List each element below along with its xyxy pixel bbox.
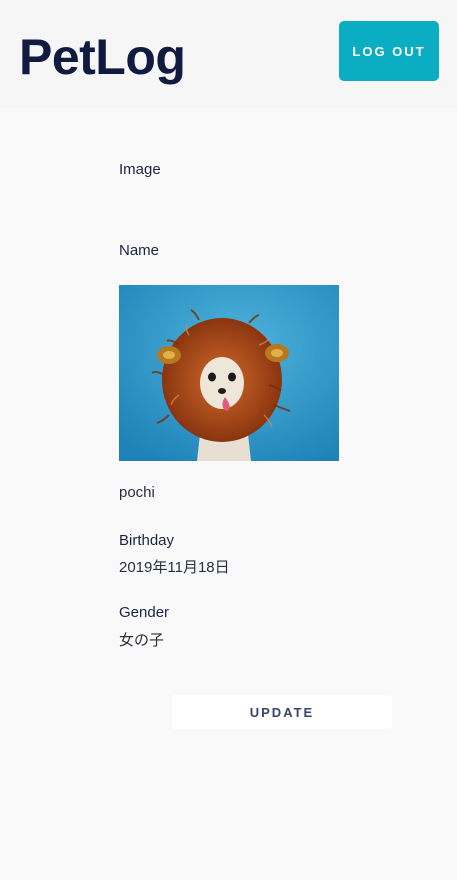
birthday-value: 2019年11月18日 (119, 559, 230, 576)
gender-value: 女の子 (119, 632, 165, 649)
update-button[interactable]: UPDATE (172, 695, 392, 729)
gender-label: Gender (119, 604, 170, 621)
app-header: PetLog LOG OUT (0, 0, 457, 108)
app-logo: PetLog (19, 29, 186, 85)
birthday-label: Birthday (119, 532, 175, 549)
logout-button[interactable]: LOG OUT (339, 21, 439, 81)
image-label: Image (119, 161, 161, 178)
pet-photo (119, 285, 339, 461)
name-label: Name (119, 242, 160, 259)
pet-name-value: pochi (119, 484, 155, 501)
